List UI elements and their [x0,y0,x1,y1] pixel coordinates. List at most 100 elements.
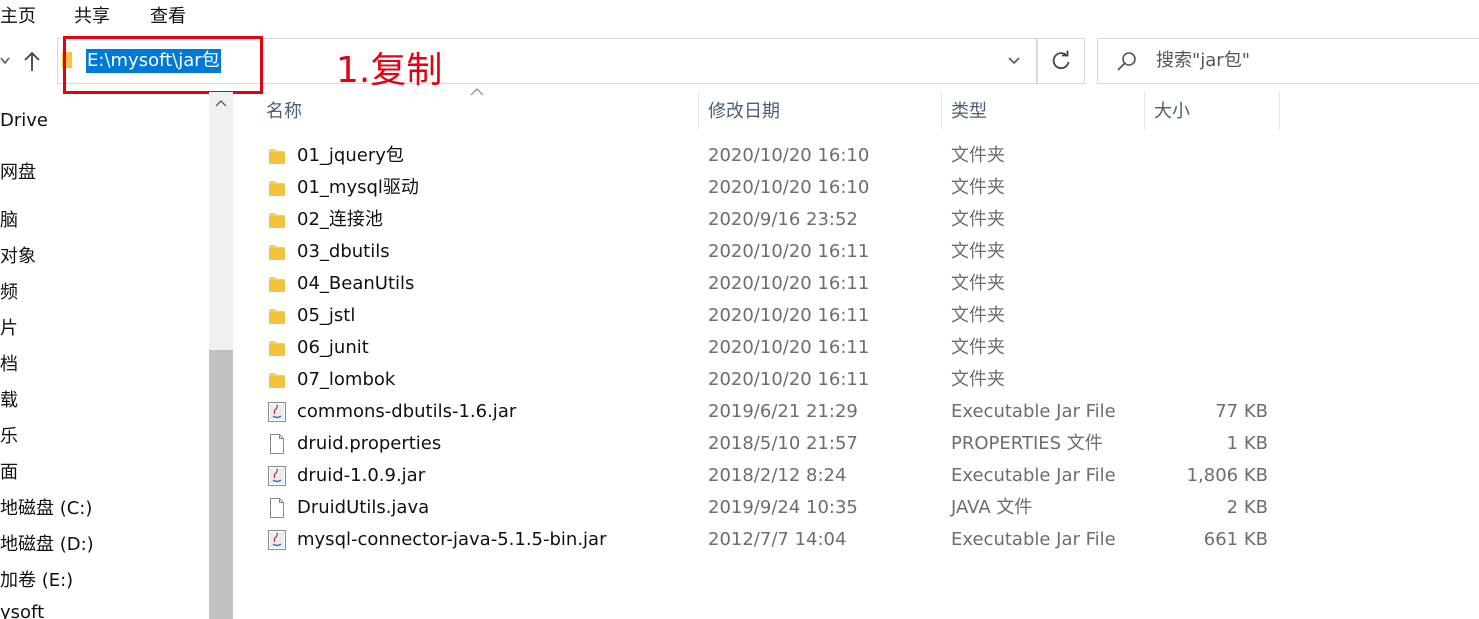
recent-locations-chevron-icon[interactable] [0,54,10,68]
file-size: 1 KB [1226,433,1268,454]
nav-item-documents[interactable]: 档 [0,350,18,376]
nav-item-onedrive[interactable]: Drive [0,110,48,131]
file-name: 02_连接池 [297,209,383,230]
refresh-button[interactable] [1037,38,1085,84]
file-type: 文件夹 [951,369,1005,390]
file-date: 2020/10/20 16:11 [708,273,870,294]
column-header-type[interactable]: 类型 [951,100,987,124]
nav-item-pictures[interactable]: 片 [0,314,18,340]
file-row[interactable]: mysql-connector-java-5.1.5-bin.jar 2012/… [260,524,1280,556]
file-name: DruidUtils.java [297,497,430,518]
tab-home[interactable]: 主页 [0,2,36,28]
folder-icon [269,309,285,324]
nav-item-3d-objects[interactable]: 对象 [0,242,36,268]
file-date: 2020/10/20 16:11 [708,305,870,326]
file-type: 文件夹 [951,241,1005,262]
column-header-date[interactable]: 修改日期 [708,100,780,124]
nav-item-desktop[interactable]: 面 [0,458,18,484]
file-type: 文件夹 [951,209,1005,230]
folder-icon [269,341,285,356]
nav-item-drive-e[interactable]: 加卷 (E:) [0,566,73,592]
sort-ascending-icon [470,88,484,96]
file-name: 05_jstl [297,305,356,326]
search-icon [1117,52,1136,71]
file-size: 1,806 KB [1186,465,1268,486]
file-row[interactable]: 04_BeanUtils 2020/10/20 16:11 文件夹 [260,268,1280,300]
file-type: 文件夹 [951,145,1005,166]
refresh-icon [1052,50,1070,70]
file-type: 文件夹 [951,305,1005,326]
file-size: 2 KB [1226,497,1268,518]
document-icon [270,498,284,518]
column-divider[interactable] [1144,92,1145,130]
column-header-size[interactable]: 大小 [1154,100,1190,124]
file-date: 2020/9/16 23:52 [708,209,858,230]
file-date: 2020/10/20 16:11 [708,241,870,262]
tab-share[interactable]: 共享 [74,2,110,28]
nav-item-downloads[interactable]: 载 [0,386,18,412]
folder-icon [269,277,285,292]
nav-item-mysoft[interactable]: ysoft [0,602,44,619]
nav-item-drive-c[interactable]: 地磁盘 (C:) [0,494,92,520]
file-date: 2020/10/20 16:10 [708,177,870,198]
file-date: 2020/10/20 16:11 [708,369,870,390]
file-date: 2020/10/20 16:10 [708,145,870,166]
file-type: JAVA 文件 [951,497,1033,518]
nav-scrollbar-thumb[interactable] [209,350,233,619]
folder-icon [269,245,285,260]
nav-item-netdisk[interactable]: 网盘 [0,158,36,184]
search-placeholder: 搜索"jar包" [1156,50,1250,71]
file-name: mysql-connector-java-5.1.5-bin.jar [297,529,607,550]
file-name: 01_jquery包 [297,145,404,166]
nav-item-videos[interactable]: 频 [0,278,18,304]
file-name: 06_junit [297,337,369,358]
file-type: Executable Jar File [951,401,1116,422]
file-type: 文件夹 [951,273,1005,294]
file-row[interactable]: druid.properties 2018/5/10 21:57 PROPERT… [260,428,1280,460]
column-header-name[interactable]: 名称 [266,100,302,124]
file-row[interactable]: druid-1.0.9.jar 2018/2/12 8:24 Executabl… [260,460,1280,492]
annotation-label: 1.复制 [336,50,443,91]
search-input[interactable] [1097,38,1479,84]
nav-item-this-pc[interactable]: 脑 [0,206,18,232]
annotation-highlight-box [63,36,263,94]
scroll-up-arrow-icon[interactable] [214,98,228,108]
file-row[interactable]: commons-dbutils-1.6.jar 2019/6/21 21:29 … [260,396,1280,428]
file-row[interactable]: 07_lombok 2020/10/20 16:11 文件夹 [260,364,1280,396]
ribbon-tabs: 主页 共享 查看 [0,0,1479,30]
nav-item-music[interactable]: 乐 [0,422,18,448]
file-date: 2012/7/7 14:04 [708,529,847,550]
navigation-pane: Drive 网盘 脑 对象 频 片 档 载 乐 面 地磁盘 (C:) 地磁盘 (… [0,92,209,619]
file-row[interactable]: 02_连接池 2020/9/16 23:52 文件夹 [260,204,1280,236]
file-date: 2018/5/10 21:57 [708,433,858,454]
column-divider[interactable] [1279,92,1280,130]
file-row[interactable]: 01_jquery包 2020/10/20 16:10 文件夹 [260,140,1280,172]
file-type: 文件夹 [951,337,1005,358]
file-date: 2018/2/12 8:24 [708,465,847,486]
document-icon [270,434,284,454]
file-name: 03_dbutils [297,241,390,262]
folder-icon [269,149,285,164]
file-size: 77 KB [1215,401,1268,422]
file-name: 04_BeanUtils [297,273,415,294]
tab-view[interactable]: 查看 [150,2,186,28]
file-row[interactable]: DruidUtils.java 2019/9/24 10:35 JAVA 文件 … [260,492,1280,524]
file-row[interactable]: 01_mysql驱动 2020/10/20 16:10 文件夹 [260,172,1280,204]
nav-item-drive-d[interactable]: 地磁盘 (D:) [0,530,94,556]
file-date: 2019/6/21 21:29 [708,401,858,422]
file-name: commons-dbutils-1.6.jar [297,401,517,422]
file-date: 2019/9/24 10:35 [708,497,858,518]
folder-icon [269,373,285,388]
file-row[interactable]: 03_dbutils 2020/10/20 16:11 文件夹 [260,236,1280,268]
file-row[interactable]: 05_jstl 2020/10/20 16:11 文件夹 [260,300,1280,332]
file-name: druid.properties [297,433,442,454]
column-divider[interactable] [941,92,942,130]
file-name: 01_mysql驱动 [297,177,419,198]
column-divider[interactable] [698,92,699,130]
chevron-down-icon[interactable] [1004,50,1024,70]
file-row[interactable]: 06_junit 2020/10/20 16:11 文件夹 [260,332,1280,364]
file-type: Executable Jar File [951,465,1116,486]
file-name: 07_lombok [297,369,396,390]
up-arrow-icon[interactable] [22,50,42,74]
file-size: 661 KB [1203,529,1268,550]
